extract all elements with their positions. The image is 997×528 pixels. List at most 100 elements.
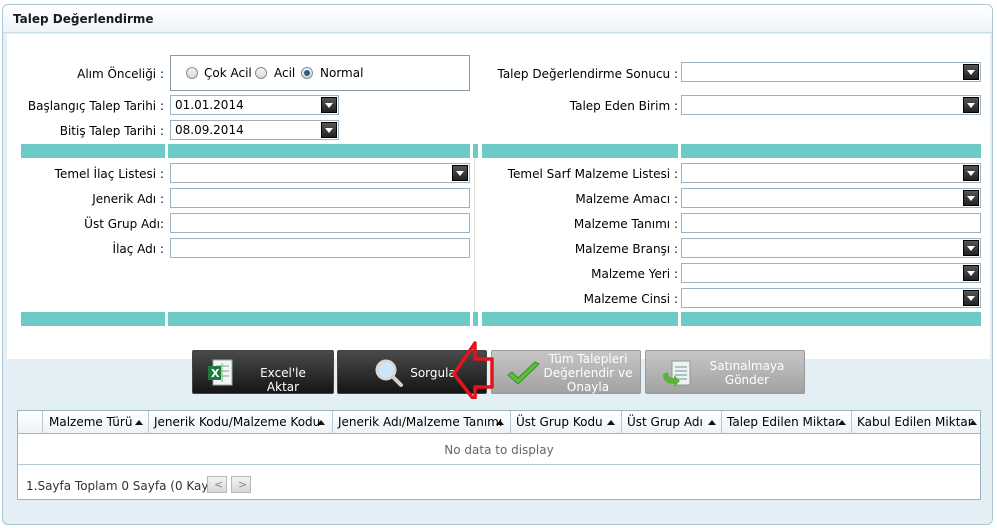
band-bottom-4: [482, 312, 678, 326]
sort-up-icon[interactable]: [838, 420, 846, 425]
grid-empty-message: No data to display: [18, 435, 980, 465]
material-purpose-select[interactable]: [681, 188, 981, 208]
chevron-down-icon[interactable]: [963, 240, 979, 256]
band-top-3: [473, 144, 478, 158]
col-talep-edilen-miktar[interactable]: Talep Edilen Miktar: [721, 411, 851, 434]
col-label: Malzeme Türü: [49, 415, 133, 429]
radio-acil-label[interactable]: Acil: [274, 66, 295, 80]
band-top-4: [482, 144, 678, 158]
excel-export-button[interactable]: X Excel'le Aktar: [192, 350, 334, 394]
excel-icon: X: [208, 359, 233, 386]
radio-cok-acil-label[interactable]: Çok Acil: [204, 66, 252, 80]
radio-normal-label[interactable]: Normal: [320, 66, 363, 80]
panel-header: Talep Değerlendirme: [3, 5, 992, 33]
chevron-down-icon[interactable]: [963, 290, 979, 306]
generic-name-label: Jenerik Adı :: [92, 192, 164, 206]
grid-header: Malzeme Türü Jenerik Kodu/Malzeme Kodu J…: [18, 411, 980, 434]
chevron-down-icon[interactable]: [963, 97, 979, 113]
band-bottom-1: [21, 312, 165, 326]
start-date-label: Başlangıç Talep Tarihi :: [27, 99, 164, 113]
end-date-value: 08.09.2014: [175, 123, 244, 137]
column-separator: [474, 159, 477, 312]
material-branch-label: Malzeme Branşı :: [574, 242, 678, 256]
col-ust-grup-kodu[interactable]: Üst Grup Kodu: [510, 411, 621, 434]
magnifier-icon: [375, 359, 403, 387]
chevron-right-icon: >: [238, 478, 248, 491]
chevron-down-icon[interactable]: [963, 265, 979, 281]
filter-form: Alım Önceliği : Çok Acil Acil Normal Baş…: [7, 34, 990, 359]
col-label: Jenerik Kodu/Malzeme Kodu: [154, 415, 321, 429]
chevron-down-icon[interactable]: [963, 64, 979, 80]
start-date-value: 01.01.2014: [175, 98, 244, 112]
drug-list-label: Temel İlaç Listesi :: [54, 167, 164, 181]
material-type-select[interactable]: [681, 288, 981, 308]
drug-name-label: İlaç Adı :: [112, 242, 164, 256]
eval-result-label: Talep Değerlendirme Sonucu :: [497, 67, 678, 81]
col-jenerik-adi[interactable]: Jenerik Adı/Malzeme Tanımı: [332, 411, 510, 434]
radio-cok-acil[interactable]: [186, 67, 198, 79]
calendar-dropdown-icon[interactable]: [321, 97, 337, 113]
col-jenerik-kodu[interactable]: Jenerik Kodu/Malzeme Kodu: [148, 411, 332, 434]
approve-all-line2: Değerlendir ve: [543, 366, 633, 380]
radio-normal[interactable]: [301, 67, 313, 79]
chevron-down-icon[interactable]: [963, 190, 979, 206]
col-label: Talep Edilen Miktar: [727, 415, 841, 429]
results-grid: Malzeme Türü Jenerik Kodu/Malzeme Kodu J…: [17, 410, 981, 500]
end-date-label: Bitiş Talep Tarihi :: [59, 124, 164, 138]
band-top-1: [21, 144, 165, 158]
start-date-field[interactable]: 01.01.2014: [170, 95, 339, 115]
sort-up-icon[interactable]: [496, 420, 504, 425]
sort-up-icon[interactable]: [969, 420, 977, 425]
band-bottom-5: [681, 312, 981, 326]
pager-prev-button[interactable]: <: [207, 476, 227, 493]
drug-list-select[interactable]: [170, 163, 470, 183]
material-branch-select[interactable]: [681, 238, 981, 258]
material-purpose-label: Malzeme Amacı :: [575, 192, 678, 206]
end-date-field[interactable]: 08.09.2014: [170, 120, 339, 140]
chevron-down-icon[interactable]: [963, 165, 979, 181]
pager-next-button[interactable]: >: [231, 476, 251, 493]
red-arrow-annotation: [452, 341, 494, 399]
eval-result-select[interactable]: [681, 62, 981, 82]
sort-up-icon[interactable]: [607, 420, 615, 425]
sort-up-icon[interactable]: [135, 420, 143, 425]
send-to-purchasing-button[interactable]: Satınalmaya Gönder: [645, 350, 805, 394]
grid-selector-column: [18, 411, 42, 434]
upper-group-label: Üst Grup Adı:: [84, 217, 164, 231]
col-ust-grup-adi[interactable]: Üst Grup Adı: [621, 411, 721, 434]
send-document-icon: [663, 360, 691, 387]
band-bottom-3: [473, 312, 478, 326]
col-malzeme-turu[interactable]: Malzeme Türü: [42, 411, 148, 434]
generic-name-input[interactable]: [170, 188, 470, 208]
material-list-label: Temel Sarf Malzeme Listesi :: [507, 167, 678, 181]
band-bottom-2: [168, 312, 470, 326]
col-label: Üst Grup Kodu: [516, 415, 603, 429]
requesting-unit-label: Talep Eden Birim :: [569, 99, 678, 113]
radio-acil[interactable]: [255, 67, 267, 79]
panel-title: Talep Değerlendirme: [13, 12, 154, 26]
approve-all-line1: Tüm Talepleri: [548, 352, 628, 366]
calendar-dropdown-icon[interactable]: [321, 122, 337, 138]
col-label: Jenerik Adı/Malzeme Tanımı: [338, 415, 503, 429]
material-def-label: Malzeme Tanımı :: [573, 217, 678, 231]
excel-export-label: Excel'le Aktar: [260, 366, 306, 394]
col-kabul-edilen-miktar[interactable]: Kabul Edilen Miktar: [851, 411, 982, 434]
col-label: Üst Grup Adı: [627, 415, 703, 429]
material-place-label: Malzeme Yeri :: [591, 267, 678, 281]
band-top-2: [168, 144, 470, 158]
drug-name-input[interactable]: [170, 238, 470, 258]
chevron-down-icon[interactable]: [452, 165, 468, 181]
chevron-left-icon: <: [214, 478, 224, 491]
material-place-select[interactable]: [681, 263, 981, 283]
material-def-input[interactable]: [681, 213, 981, 233]
approve-all-button[interactable]: Tüm Talepleri Değerlendir ve Onayla: [491, 350, 641, 394]
sort-up-icon[interactable]: [317, 420, 325, 425]
priority-label: Alım Önceliği :: [77, 67, 164, 81]
upper-group-input[interactable]: [170, 213, 470, 233]
priority-radio-group: Çok Acil Acil Normal: [170, 55, 470, 91]
sort-up-icon[interactable]: [708, 420, 716, 425]
approve-all-line3: Onayla: [566, 380, 610, 394]
svg-text:X: X: [211, 367, 220, 380]
material-list-select[interactable]: [681, 163, 981, 183]
requesting-unit-select[interactable]: [681, 95, 981, 115]
